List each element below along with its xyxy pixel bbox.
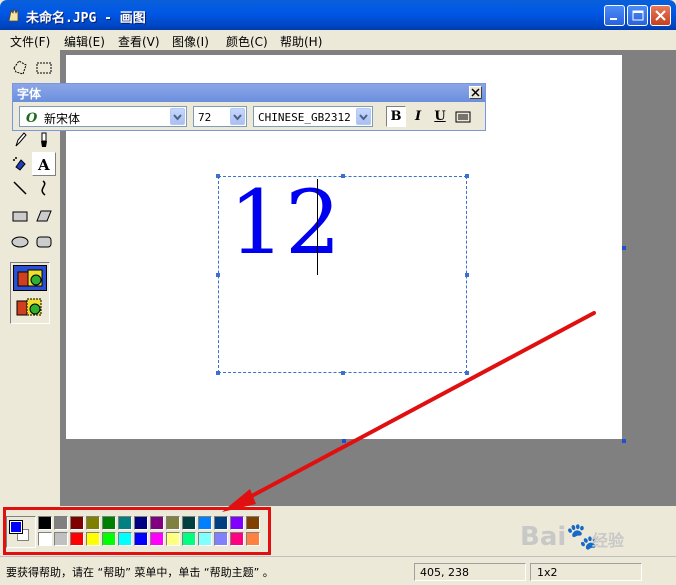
window-title: 未命名.JPG - 画图	[26, 11, 146, 26]
italic-button[interactable]: I	[408, 106, 428, 127]
ellipse-icon	[11, 236, 29, 248]
textbox-handle[interactable]	[216, 371, 220, 375]
maximize-button[interactable]	[627, 5, 648, 26]
airbrush-icon	[13, 157, 26, 171]
script-select[interactable]: CHINESE_GB2312	[253, 106, 373, 127]
brush-tool[interactable]	[32, 128, 56, 152]
svg-text:A: A	[37, 156, 50, 173]
opentype-font-icon: O	[26, 111, 37, 124]
rectangle-icon	[12, 211, 28, 222]
rounded-rect-tool[interactable]	[32, 230, 56, 254]
free-select-tool[interactable]	[8, 56, 32, 80]
textbox-handle[interactable]	[341, 371, 345, 375]
font-size-select[interactable]: 72	[193, 106, 247, 127]
watermark-main: Bai	[520, 522, 567, 552]
rounded-rect-icon	[36, 236, 52, 248]
tool-options-panel	[10, 262, 50, 324]
status-bar: 要获得帮助，请在 “帮助” 菜单中，单击 “帮助主题” 。 405, 238 1…	[0, 556, 676, 585]
text-caret	[317, 179, 318, 275]
menu-image[interactable]: 图像(I)	[172, 33, 209, 50]
pencil-tool[interactable]	[8, 128, 32, 152]
status-help-text: 要获得帮助，请在 “帮助” 菜单中，单击 “帮助主题” 。	[6, 566, 274, 579]
minimize-icon	[610, 18, 617, 20]
font-size-value: 72	[198, 111, 212, 124]
watermark-sub: 经验	[592, 531, 625, 550]
transparent-background-option[interactable]	[13, 295, 47, 321]
font-name-select[interactable]: O 新宋体	[19, 106, 187, 127]
maximize-icon	[632, 10, 644, 21]
textbox-handle[interactable]	[465, 273, 469, 277]
canvas-resize-handle[interactable]	[342, 439, 346, 443]
annotation-highlight-box	[3, 507, 271, 555]
font-name-value: 新宋体	[44, 112, 81, 126]
svg-text:O: O	[26, 111, 37, 124]
rectangle-tool[interactable]	[8, 204, 32, 228]
menu-view[interactable]: 查看(V)	[118, 33, 160, 50]
textbox-handle[interactable]	[465, 371, 469, 375]
menu-edit[interactable]: 编辑(E)	[64, 33, 105, 50]
opaque-mode-icon	[17, 269, 43, 287]
textbox-handle[interactable]	[216, 273, 220, 277]
textbox-handle[interactable]	[465, 174, 469, 178]
opaque-background-option[interactable]	[13, 265, 47, 291]
rect-select-icon	[36, 62, 52, 74]
close-icon	[655, 10, 666, 21]
menu-colors[interactable]: 颜色(C)	[226, 33, 268, 50]
watermark-logo: Bai🐾	[520, 522, 599, 552]
rect-select-tool[interactable]	[32, 56, 56, 80]
airbrush-tool[interactable]	[8, 152, 32, 176]
transparent-mode-icon	[16, 298, 42, 316]
close-button[interactable]	[650, 5, 671, 26]
bold-button[interactable]: B	[386, 106, 406, 127]
curve-icon	[41, 180, 46, 196]
foreground-color[interactable]	[9, 520, 23, 534]
line-tool[interactable]	[8, 176, 32, 200]
text-icon: A	[37, 156, 50, 173]
status-coords: 405, 238	[420, 566, 469, 579]
menu-bar: 文件(F) 编辑(E) 查看(V) 图像(I) 颜色(C) 帮助(H)	[0, 30, 676, 50]
script-dropdown[interactable]	[356, 108, 371, 125]
chevron-down-icon	[359, 114, 368, 121]
status-coords-cell: 405, 238	[414, 563, 526, 581]
minimize-button[interactable]	[604, 5, 625, 26]
canvas-resize-handle[interactable]	[622, 439, 626, 443]
pencil-icon	[15, 132, 27, 147]
textbox-handle[interactable]	[341, 174, 345, 178]
text-tool[interactable]: A	[32, 152, 56, 176]
font-toolbar-close-button[interactable]	[469, 86, 482, 99]
brush-icon	[41, 132, 47, 147]
script-value: CHINESE_GB2312	[258, 111, 351, 124]
typed-text[interactable]: 12	[229, 179, 341, 267]
title-bar: 未命名.JPG - 画图	[0, 0, 676, 30]
free-select-icon	[13, 60, 27, 75]
close-icon	[471, 88, 480, 97]
curve-tool[interactable]	[32, 176, 56, 200]
textbox-handle[interactable]	[216, 174, 220, 178]
canvas-resize-handle[interactable]	[622, 246, 626, 250]
polygon-icon	[36, 210, 52, 222]
underline-button[interactable]: U	[430, 106, 450, 127]
chevron-down-icon	[173, 114, 182, 121]
polygon-tool[interactable]	[32, 204, 56, 228]
paint-app-icon	[8, 7, 19, 22]
font-toolbar-titlebar[interactable]: 字体	[13, 84, 485, 102]
font-size-dropdown[interactable]	[230, 108, 245, 125]
vertical-text-button[interactable]	[453, 106, 473, 127]
text-input-box[interactable]: 12	[216, 174, 469, 375]
vertical-text-icon	[455, 111, 471, 122]
font-name-dropdown[interactable]	[170, 108, 185, 125]
chevron-down-icon	[233, 114, 242, 121]
status-size-cell: 1x2	[530, 563, 642, 581]
menu-help[interactable]: 帮助(H)	[280, 33, 322, 50]
font-toolbar-title: 字体	[17, 87, 42, 101]
menu-file[interactable]: 文件(F)	[10, 33, 50, 50]
status-size: 1x2	[537, 566, 558, 579]
line-icon	[13, 181, 27, 195]
font-toolbar: 字体 O 新宋体 72 CHINESE_GB2312 B I U	[12, 83, 486, 131]
ellipse-tool[interactable]	[8, 230, 32, 254]
